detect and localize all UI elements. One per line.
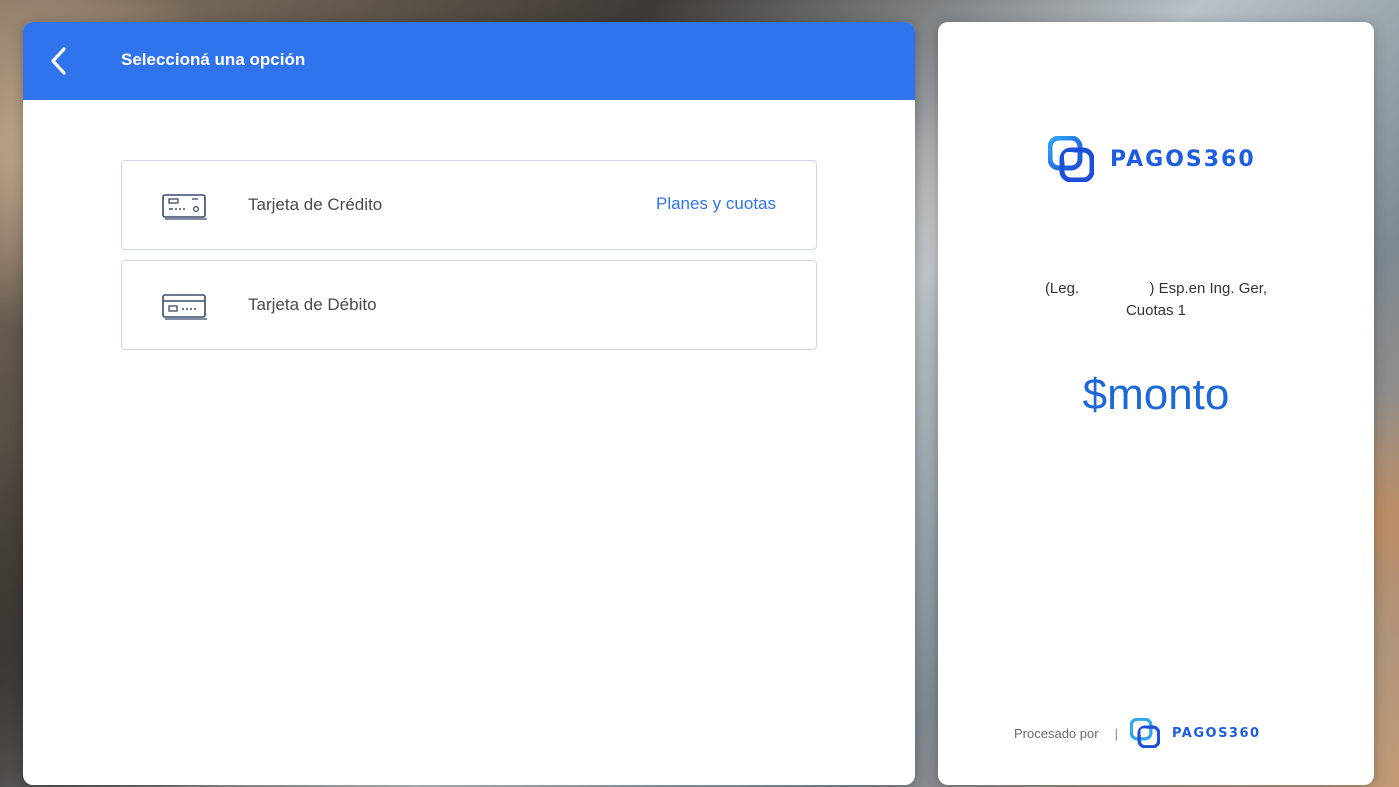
pagos360-logo-icon bbox=[1048, 136, 1094, 182]
option-credit-card[interactable]: Tarjeta de Crédito Planes y cuotas bbox=[121, 160, 817, 250]
processed-by-label: Procesado por bbox=[1014, 725, 1099, 741]
description-prefix: (Leg. bbox=[1044, 280, 1080, 297]
page-title: Seleccioná una opción bbox=[121, 50, 306, 69]
installments-text: Cuotas 1 bbox=[1125, 302, 1187, 319]
option-label: Tarjeta de Débito bbox=[248, 295, 377, 314]
header-bar: Seleccioná una opción bbox=[23, 22, 915, 100]
option-label: Tarjeta de Crédito bbox=[248, 195, 383, 214]
chevron-left-icon bbox=[51, 47, 66, 75]
description-suffix: ) Esp.en Ing. Ger, bbox=[1149, 280, 1268, 297]
credit-card-icon bbox=[162, 194, 208, 225]
payment-summary-panel: PAGOS360 (Leg. ) Esp.en Ing. Ger, Cuotas… bbox=[938, 22, 1374, 785]
brand-name: PAGOS360 bbox=[1110, 146, 1256, 172]
pagos360-logo-small-icon bbox=[1129, 718, 1160, 748]
debit-card-icon bbox=[162, 294, 208, 325]
payment-amount: $monto bbox=[1082, 370, 1230, 419]
footer-brand-name: PAGOS360 bbox=[1171, 725, 1261, 741]
back-button[interactable] bbox=[41, 42, 77, 80]
brand-logo: PAGOS360 bbox=[1048, 136, 1256, 182]
footer-processed-by: Procesado por | PAGOS360 bbox=[1014, 718, 1261, 748]
payment-options-panel: Seleccioná una opción Tarjeta de Crédito… bbox=[23, 22, 915, 785]
option-debit-card[interactable]: Tarjeta de Débito bbox=[121, 260, 817, 350]
payment-description: (Leg. ) Esp.en Ing. Ger, Cuotas 1 bbox=[938, 278, 1374, 322]
plans-installments-link[interactable]: Planes y cuotas bbox=[656, 194, 776, 214]
footer-separator: | bbox=[1114, 725, 1118, 741]
redacted-field bbox=[1083, 279, 1146, 293]
